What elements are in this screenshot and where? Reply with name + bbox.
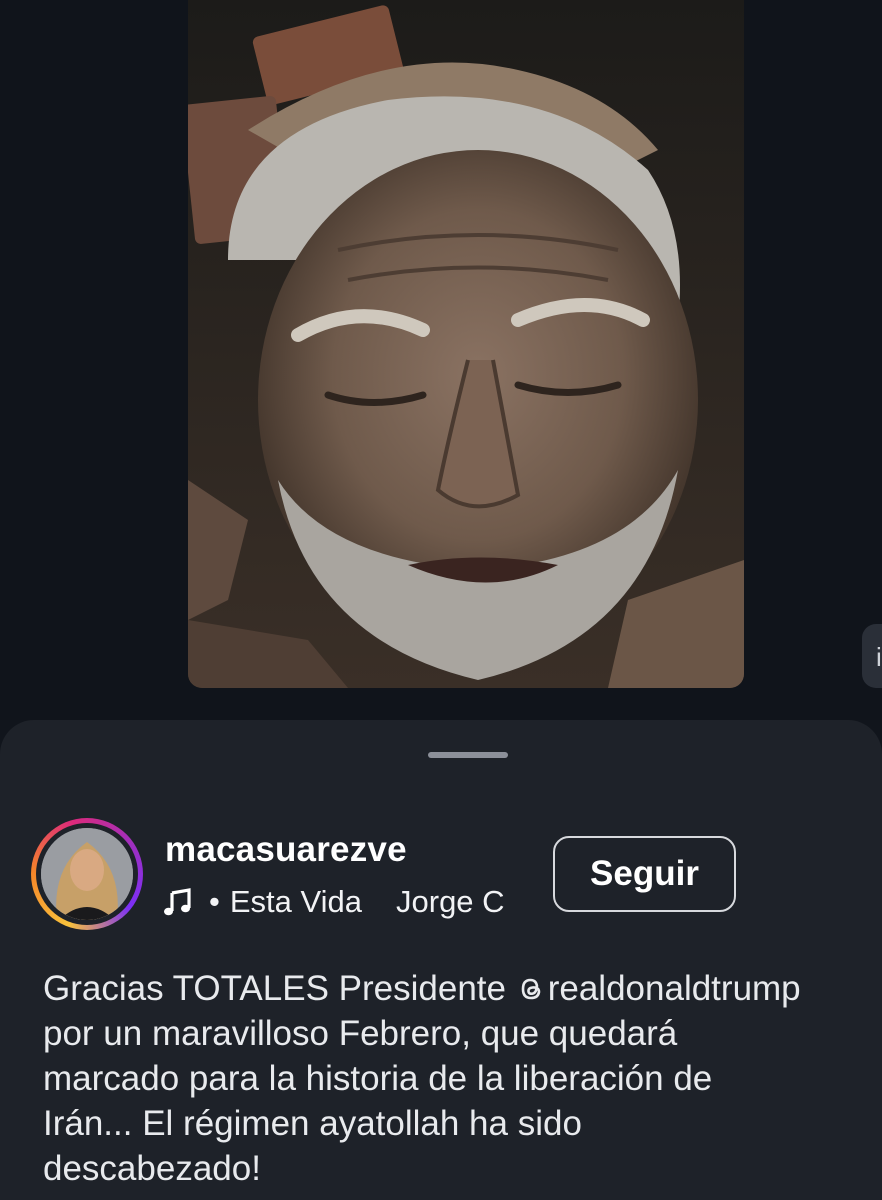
next-post-card[interactable]: i xyxy=(862,624,882,688)
post-details-sheet: macasuarezve • Esta Vida Jorge C Seguir … xyxy=(0,720,882,1200)
song-title: Esta Vida xyxy=(229,884,362,919)
avatar[interactable] xyxy=(31,818,143,930)
caption-text: Gracias TOTALES Presidente xyxy=(43,969,516,1008)
caption-line: Irán... El régimen ayatollah ha sido xyxy=(43,1104,582,1143)
audio-info[interactable]: • Esta Vida Jorge C xyxy=(163,882,505,922)
sheet-drag-handle[interactable] xyxy=(428,752,508,758)
music-note-icon xyxy=(164,888,191,916)
avatar-image xyxy=(41,828,133,920)
photo-illustration xyxy=(188,0,744,688)
audio-separator: • xyxy=(209,884,220,919)
post-photo[interactable] xyxy=(188,0,744,688)
username[interactable]: macasuarezve xyxy=(165,830,407,870)
post-caption: Gracias TOTALES Presidente realdonaldtru… xyxy=(43,966,882,1191)
mention-link[interactable]: realdonaldtrump xyxy=(516,969,801,1008)
caption-line: Gracias TOTALES Presidente realdonaldtru… xyxy=(43,966,882,1011)
mention-username: realdonaldtrump xyxy=(547,969,801,1008)
media-area: i xyxy=(0,0,882,720)
caption-line: marcado para la historia de la liberació… xyxy=(43,1059,713,1098)
caption-line: descabezado! xyxy=(43,1149,261,1188)
song-artist: Jorge C xyxy=(396,884,505,919)
info-icon: i xyxy=(876,642,882,672)
follow-button[interactable]: Seguir xyxy=(553,836,736,912)
caption-line: por un maravilloso Febrero, que quedará xyxy=(43,1014,678,1053)
threads-icon xyxy=(521,978,541,1000)
